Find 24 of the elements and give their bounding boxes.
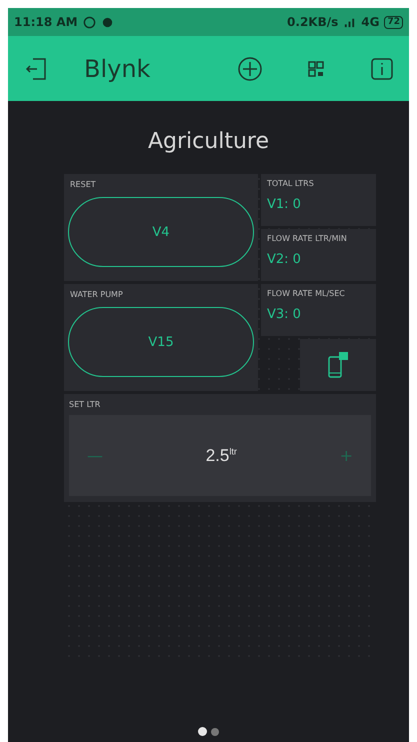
info-icon[interactable]: [369, 56, 395, 82]
display-value: V2: 0: [267, 252, 302, 267]
toggle-button[interactable]: V15: [68, 307, 254, 377]
widget-label: FLOW RATE ML/SEC: [267, 289, 346, 298]
notification-widget-card[interactable]: [300, 339, 376, 391]
add-icon[interactable]: [237, 56, 263, 82]
network-type: 4G: [361, 15, 380, 29]
app-title: Blynk: [84, 54, 152, 82]
widget-label: RESET: [70, 180, 97, 189]
toggle-button[interactable]: V4: [68, 197, 254, 267]
status-time: 11:18 AM: [14, 15, 78, 29]
phone-notification-icon: [328, 352, 348, 378]
dashboard-title: Agriculture: [147, 129, 270, 154]
display-value: V1: 0: [267, 197, 302, 212]
page-indicator-dot[interactable]: [198, 727, 207, 736]
page-indicator-dot[interactable]: [211, 728, 219, 736]
battery-level: 72: [384, 16, 403, 28]
stepper-value: 2.5$^{ltr}$: [204, 446, 238, 466]
display-value: V3: 0: [267, 307, 302, 322]
widget-label: SET LTR: [69, 400, 102, 409]
widget-label: WATER PUMP: [70, 290, 124, 299]
network-speed: 0.2KB/s: [287, 15, 338, 29]
widget-label: TOTAL LTRS: [267, 179, 315, 188]
widget-label: FLOW RATE LTR/MIN: [267, 234, 348, 243]
